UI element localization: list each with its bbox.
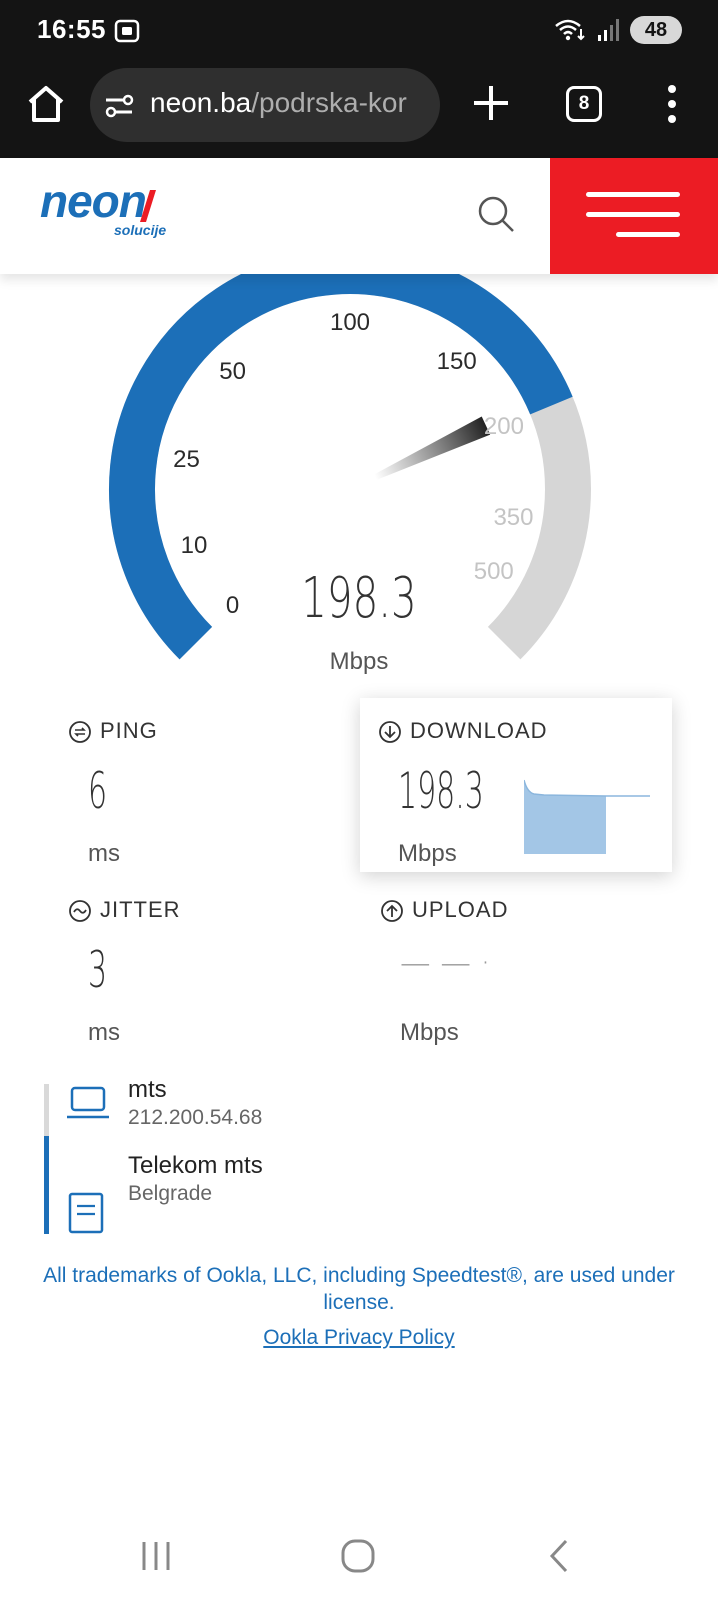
browser-toolbar: neon.ba/podrska-kor 8: [0, 64, 718, 158]
url-host: neon.ba: [150, 87, 252, 118]
address-bar[interactable]: neon.ba/podrska-kor: [90, 68, 440, 142]
jitter-icon: [69, 900, 91, 922]
server-divider-active: [44, 1136, 49, 1234]
gauge-tick-label: 150: [436, 347, 477, 375]
search-icon[interactable]: [476, 194, 516, 234]
gauge-tick-label: 200: [483, 412, 524, 440]
jitter-metric: JITTER 3 ms: [68, 897, 328, 1057]
home-nav-icon[interactable]: [338, 1536, 378, 1576]
download-icon: [379, 721, 401, 743]
battery-indicator: 48: [630, 16, 682, 44]
ping-icon: [69, 721, 91, 743]
home-icon[interactable]: [24, 82, 68, 126]
gauge-speed-value: 198.3: [301, 566, 417, 631]
download-card: DOWNLOAD 198.3 Mbps: [360, 698, 672, 872]
gauge-tick-label: 350: [493, 503, 534, 531]
site-settings-icon[interactable]: [104, 91, 134, 121]
server-divider: [44, 1084, 49, 1136]
system-nav-bar: [0, 1526, 718, 1586]
logo-subtext: solucije: [114, 222, 167, 238]
screenshot-icon: [114, 19, 140, 43]
signal-icon: [598, 19, 619, 41]
status-icons: 48: [554, 16, 682, 44]
ping-unit: ms: [88, 840, 120, 867]
trademark-note: All trademarks of Ookla, LLC, including …: [43, 1264, 675, 1314]
status-time: 16:55: [37, 14, 106, 44]
jitter-value: 3: [88, 941, 108, 999]
upload-label: UPLOAD: [412, 897, 509, 922]
back-icon[interactable]: [540, 1536, 580, 1576]
jitter-label: JITTER: [100, 897, 181, 922]
ping-metric: PING 6 ms: [68, 718, 328, 878]
server-icon: [68, 1192, 104, 1234]
neon-logo[interactable]: neon solucije: [40, 175, 190, 240]
upload-icon: [381, 900, 403, 922]
download-sparkline: [524, 779, 650, 854]
gauge-tick-label: 50: [219, 357, 246, 385]
url-path: /podrska-kor: [251, 87, 407, 118]
gauge-tick-label: 10: [180, 531, 208, 559]
hamburger-line: [616, 232, 680, 237]
ping-value: 6: [88, 762, 108, 820]
tab-switcher-button[interactable]: 8: [566, 86, 602, 122]
recent-apps-icon[interactable]: [136, 1536, 176, 1576]
more-options-icon[interactable]: [662, 84, 682, 124]
server-city: Belgrade: [128, 1182, 213, 1205]
jitter-unit: ms: [88, 1019, 120, 1046]
ping-label: PING: [100, 718, 158, 743]
logo-mark-icon: [140, 190, 156, 222]
laptop-icon: [67, 1086, 109, 1119]
status-bar: 16:55 48: [0, 0, 718, 64]
speed-gauge: [109, 274, 591, 660]
download-value: 198.3: [398, 762, 484, 820]
server-info: mts 212.200.54.68 Telekom mts Belgrade: [44, 1076, 664, 1234]
hamburger-line: [586, 212, 680, 217]
gauge-speed-unit: Mbps: [329, 648, 389, 675]
gauge-tick-label: 100: [329, 309, 371, 336]
upload-metric: UPLOAD — — · Mbps: [380, 897, 660, 1057]
hamburger-line: [586, 192, 680, 197]
new-tab-icon[interactable]: [470, 82, 512, 124]
gauge-needle: [374, 416, 491, 480]
url-text: neon.ba/podrska-kor: [150, 87, 407, 119]
hamburger-menu-button[interactable]: [550, 158, 718, 274]
upload-value: — — ·: [400, 943, 491, 983]
upload-unit: Mbps: [400, 1019, 459, 1046]
isp-name: mts: [128, 1076, 167, 1103]
download-label: DOWNLOAD: [410, 718, 548, 743]
site-header: neon solucije: [0, 158, 718, 274]
server-host-name[interactable]: Telekom mts: [128, 1152, 263, 1180]
gauge-tick-label: 25: [173, 446, 200, 474]
wifi-icon: [555, 19, 585, 41]
privacy-policy-link[interactable]: Ookla Privacy Policy: [0, 1326, 718, 1350]
isp-ip: 212.200.54.68: [128, 1106, 263, 1129]
download-unit: Mbps: [398, 840, 457, 867]
